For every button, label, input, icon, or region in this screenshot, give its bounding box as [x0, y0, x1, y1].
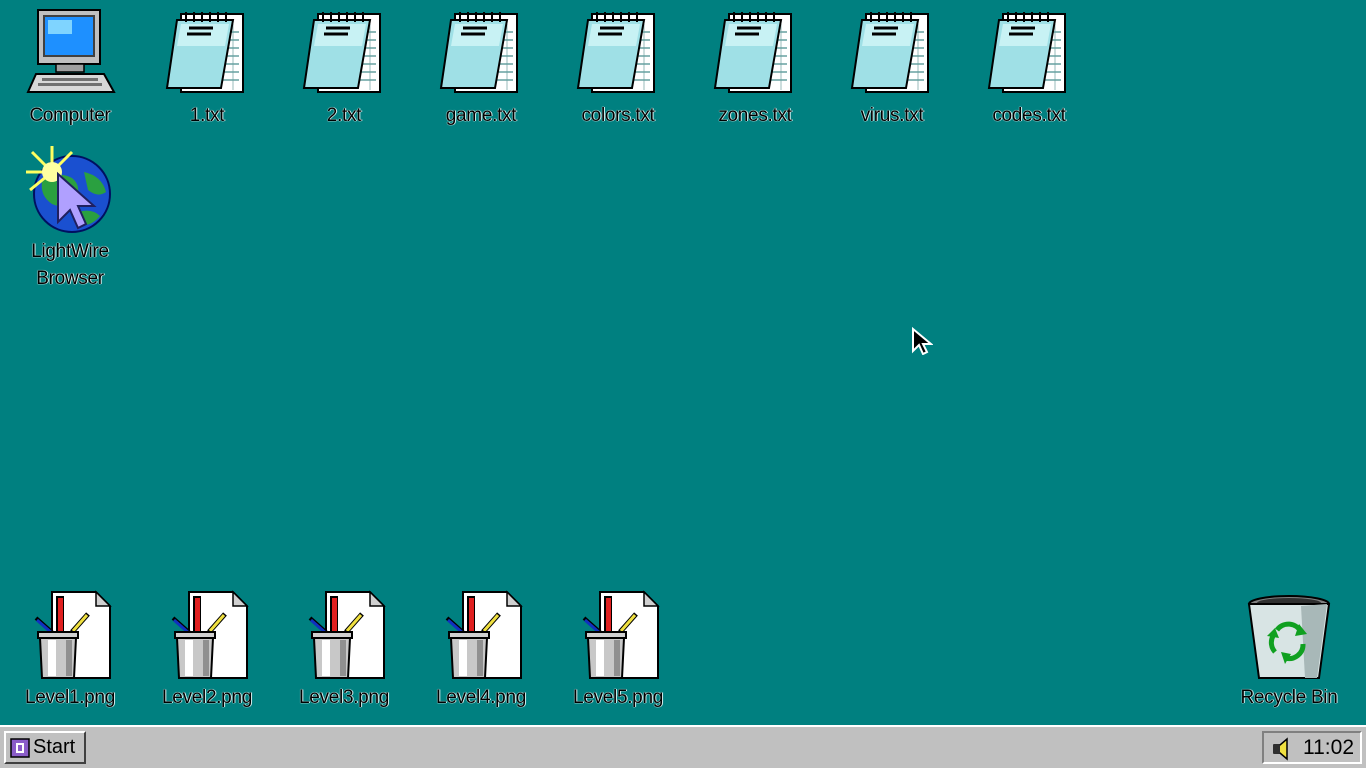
system-tray: 11:02 — [1262, 731, 1362, 764]
desktop-icon-label: Computer — [29, 105, 111, 126]
desktop-icon-game-txt[interactable]: game.txt — [421, 6, 541, 129]
desktop-icon-2-txt[interactable]: 2.txt — [284, 6, 404, 129]
start-logo-icon — [10, 737, 30, 758]
desktop: Computer 1.txt 2.txt game.txt colors.txt… — [0, 0, 1366, 725]
desktop-icon-label: Level5.png — [573, 687, 663, 708]
desktop-icon-label: LightWire Browser — [31, 241, 109, 289]
start-label: Start — [33, 736, 76, 758]
notepad-file-icon — [844, 6, 940, 102]
paint-image-file-icon — [159, 588, 255, 684]
desktop-icon-colors-txt[interactable]: colors.txt — [558, 6, 678, 129]
desktop-icon-level1-png[interactable]: Level1.png — [10, 588, 130, 711]
notepad-file-icon — [707, 6, 803, 102]
desktop-icon-level3-png[interactable]: Level3.png — [284, 588, 404, 711]
desktop-icon-recycle-bin[interactable]: Recycle Bin — [1227, 588, 1351, 711]
desktop-icon-label: colors.txt — [581, 105, 655, 126]
desktop-icon-virus-txt[interactable]: virus.txt — [832, 6, 952, 129]
paint-image-file-icon — [570, 588, 666, 684]
desktop-icon-label: Level3.png — [299, 687, 389, 708]
paint-image-file-icon — [22, 588, 118, 684]
desktop-icon-label: 1.txt — [189, 105, 225, 126]
desktop-icon-label: Level4.png — [436, 687, 526, 708]
desktop-icon-zones-txt[interactable]: zones.txt — [695, 6, 815, 129]
desktop-icon-label: 2.txt — [326, 105, 362, 126]
desktop-icon-label: Recycle Bin — [1240, 687, 1338, 708]
desktop-icon-label: Level2.png — [162, 687, 252, 708]
notepad-file-icon — [433, 6, 529, 102]
desktop-icon-label: game.txt — [445, 105, 517, 126]
desktop-icon-label: codes.txt — [992, 105, 1066, 126]
desktop-icon-lightwire-browser[interactable]: LightWire Browser — [10, 142, 130, 292]
notepad-file-icon — [981, 6, 1077, 102]
desktop-icon-1-txt[interactable]: 1.txt — [147, 6, 267, 129]
speaker-icon[interactable] — [1270, 736, 1296, 768]
desktop-icon-codes-txt[interactable]: codes.txt — [969, 6, 1089, 129]
desktop-icon-level5-png[interactable]: Level5.png — [558, 588, 678, 711]
desktop-icon-level2-png[interactable]: Level2.png — [147, 588, 267, 711]
computer-icon — [22, 6, 118, 102]
desktop-icon-label: virus.txt — [860, 105, 924, 126]
desktop-icon-label: zones.txt — [718, 105, 792, 126]
notepad-file-icon — [570, 6, 666, 102]
desktop-icon-level4-png[interactable]: Level4.png — [421, 588, 541, 711]
mouse-cursor-icon — [911, 326, 934, 360]
paint-image-file-icon — [296, 588, 392, 684]
recycle-bin-icon — [1241, 588, 1337, 684]
notepad-file-icon — [159, 6, 255, 102]
desktop-icon-computer[interactable]: Computer — [10, 6, 130, 129]
clock[interactable]: 11:02 — [1303, 736, 1354, 760]
paint-image-file-icon — [433, 588, 529, 684]
notepad-file-icon — [296, 6, 392, 102]
taskbar: Start 11:02 — [0, 725, 1366, 768]
desktop-icon-label: Level1.png — [25, 687, 115, 708]
browser-globe-icon — [22, 142, 118, 238]
start-button[interactable]: Start — [4, 731, 86, 764]
